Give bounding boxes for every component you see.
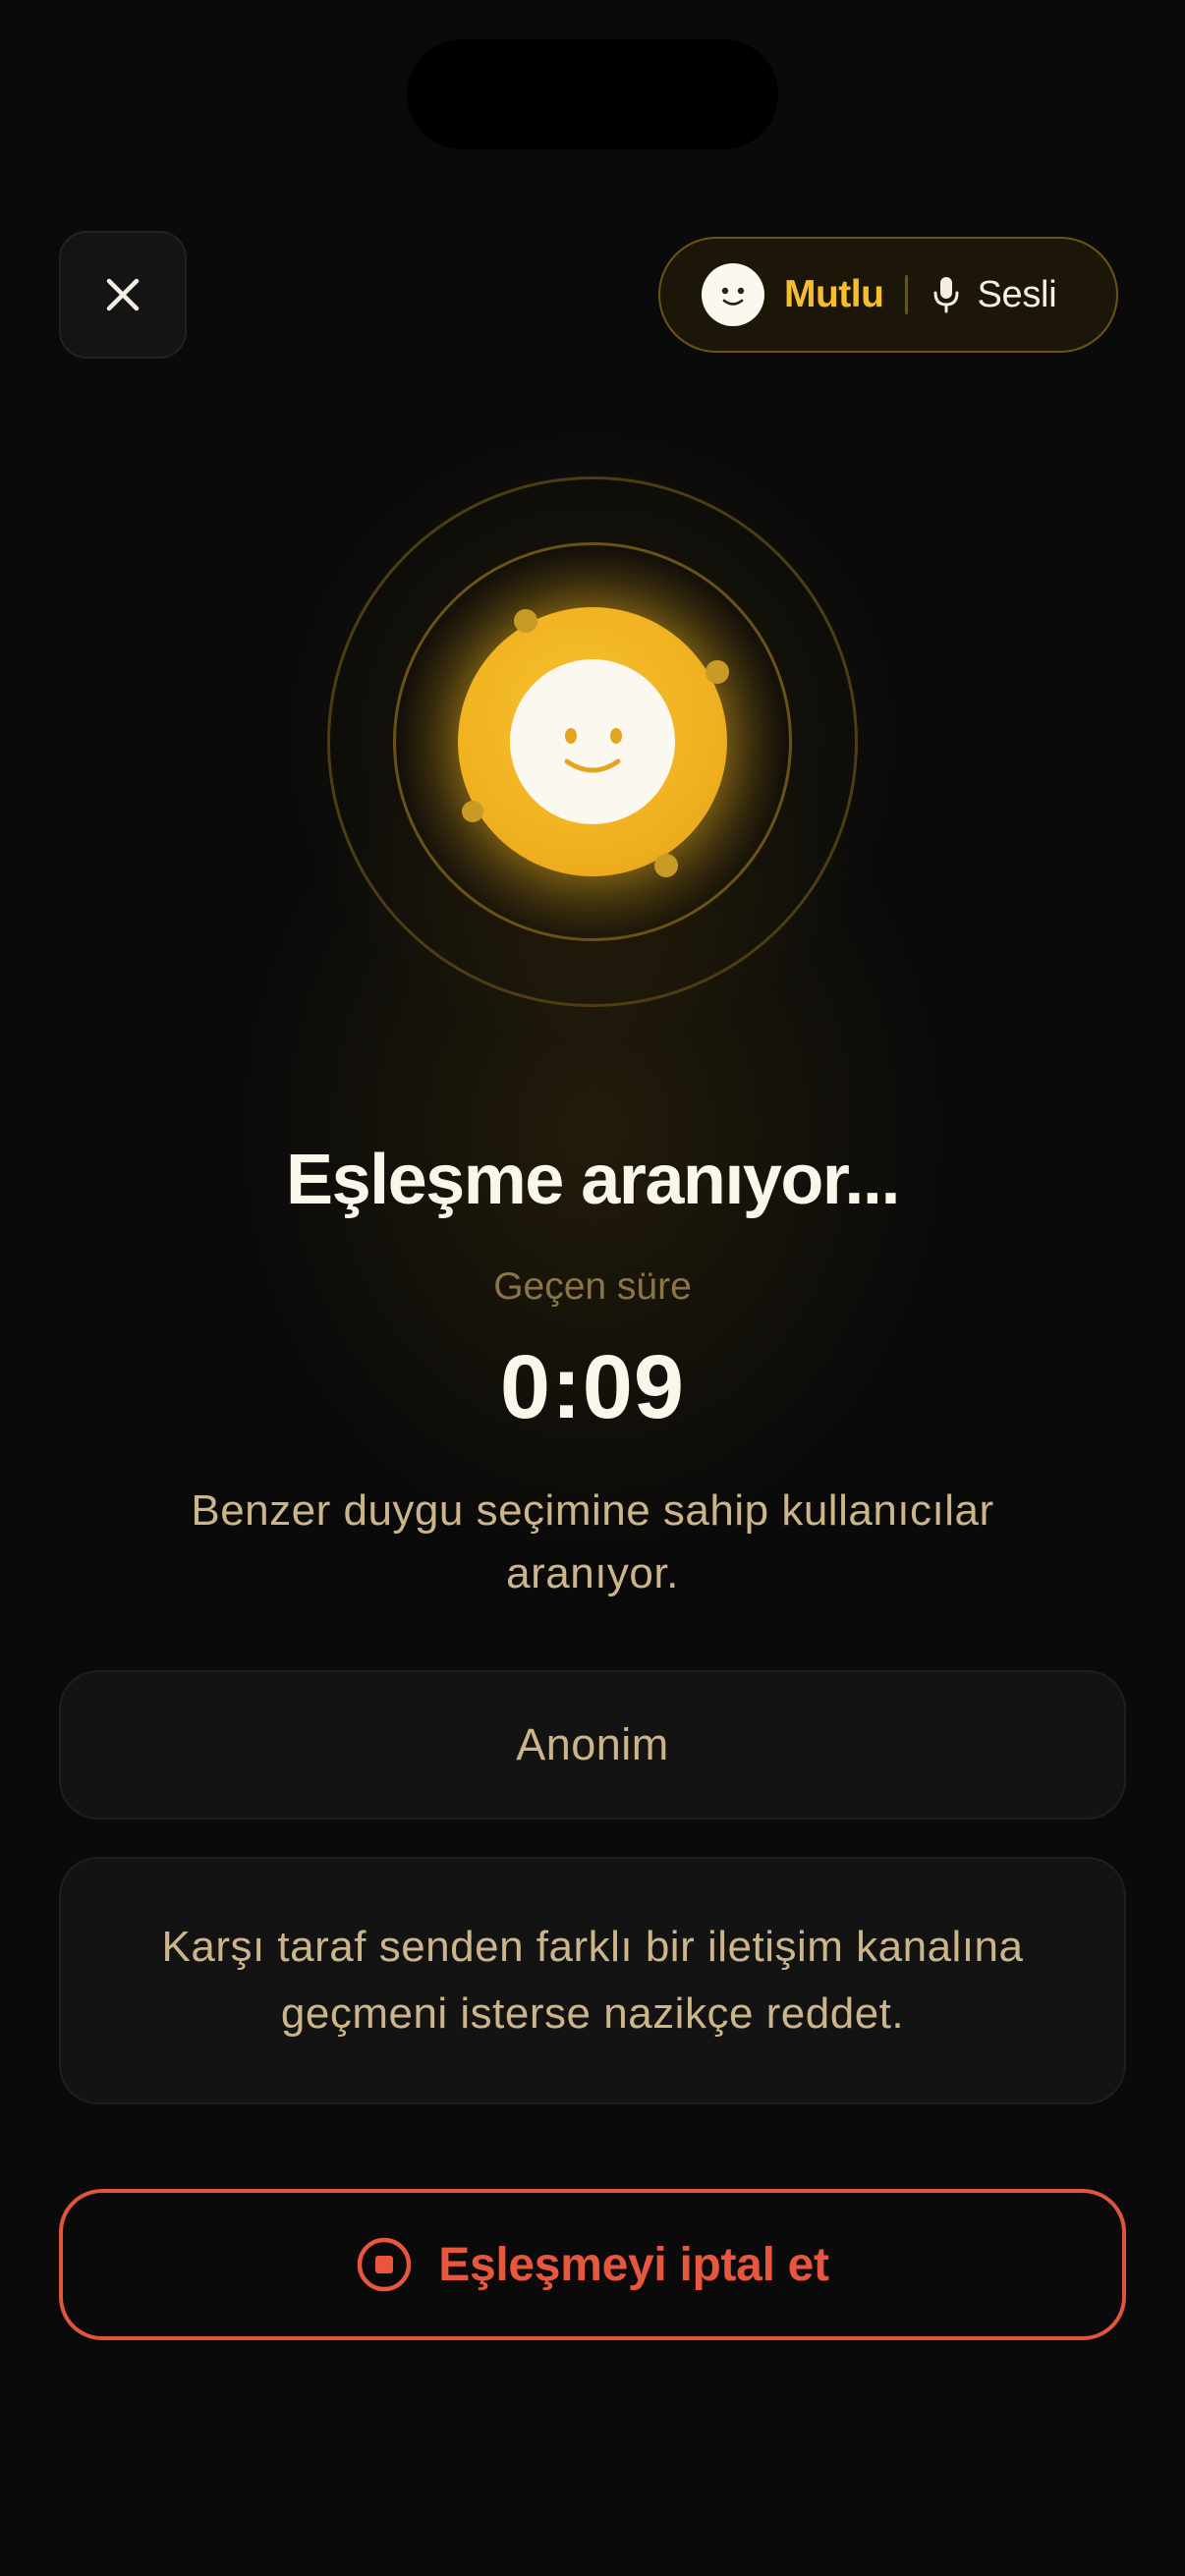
close-icon <box>106 278 140 311</box>
channel-label: Sesli <box>977 273 1057 315</box>
smiley-face-icon <box>510 659 675 824</box>
elapsed-timer: 0:09 <box>499 1337 686 1437</box>
safety-tip-card: Karşı taraf senden farklı bir iletişim k… <box>59 1857 1126 2104</box>
orbit-dot <box>514 609 537 633</box>
stop-circle-icon <box>358 2237 412 2292</box>
anonymity-label: Anonim <box>516 1719 669 1769</box>
pill-divider <box>905 275 909 314</box>
elapsed-label: Geçen süre <box>493 1265 692 1308</box>
mode-pill[interactable]: Mutlu Sesli <box>658 237 1118 353</box>
matching-screen: Mutlu Sesli Eşleşme aranıyor... Geçen sü… <box>0 0 1185 2576</box>
anonymity-card: Anonim <box>59 1670 1126 1820</box>
safety-tip-text: Karşı taraf senden farklı bir iletişim k… <box>161 1923 1024 2038</box>
dynamic-island <box>407 39 778 149</box>
orbit-dot <box>462 801 483 822</box>
page-title: Eşleşme aranıyor... <box>286 1141 900 1219</box>
cancel-matching-button[interactable]: Eşleşmeyi iptal et <box>59 2189 1126 2340</box>
orbit-dot <box>654 854 678 877</box>
close-button[interactable] <box>59 231 187 359</box>
cancel-button-label: Eşleşmeyi iptal et <box>438 2238 829 2291</box>
emotion-label: Mutlu <box>784 273 884 315</box>
matching-animation <box>327 476 858 1007</box>
microphone-icon <box>931 275 961 314</box>
search-description: Benzer duygu seçimine sahip kullanıcılar… <box>191 1486 994 1597</box>
smiley-face-icon <box>702 263 764 326</box>
orbit-dot <box>705 660 729 684</box>
